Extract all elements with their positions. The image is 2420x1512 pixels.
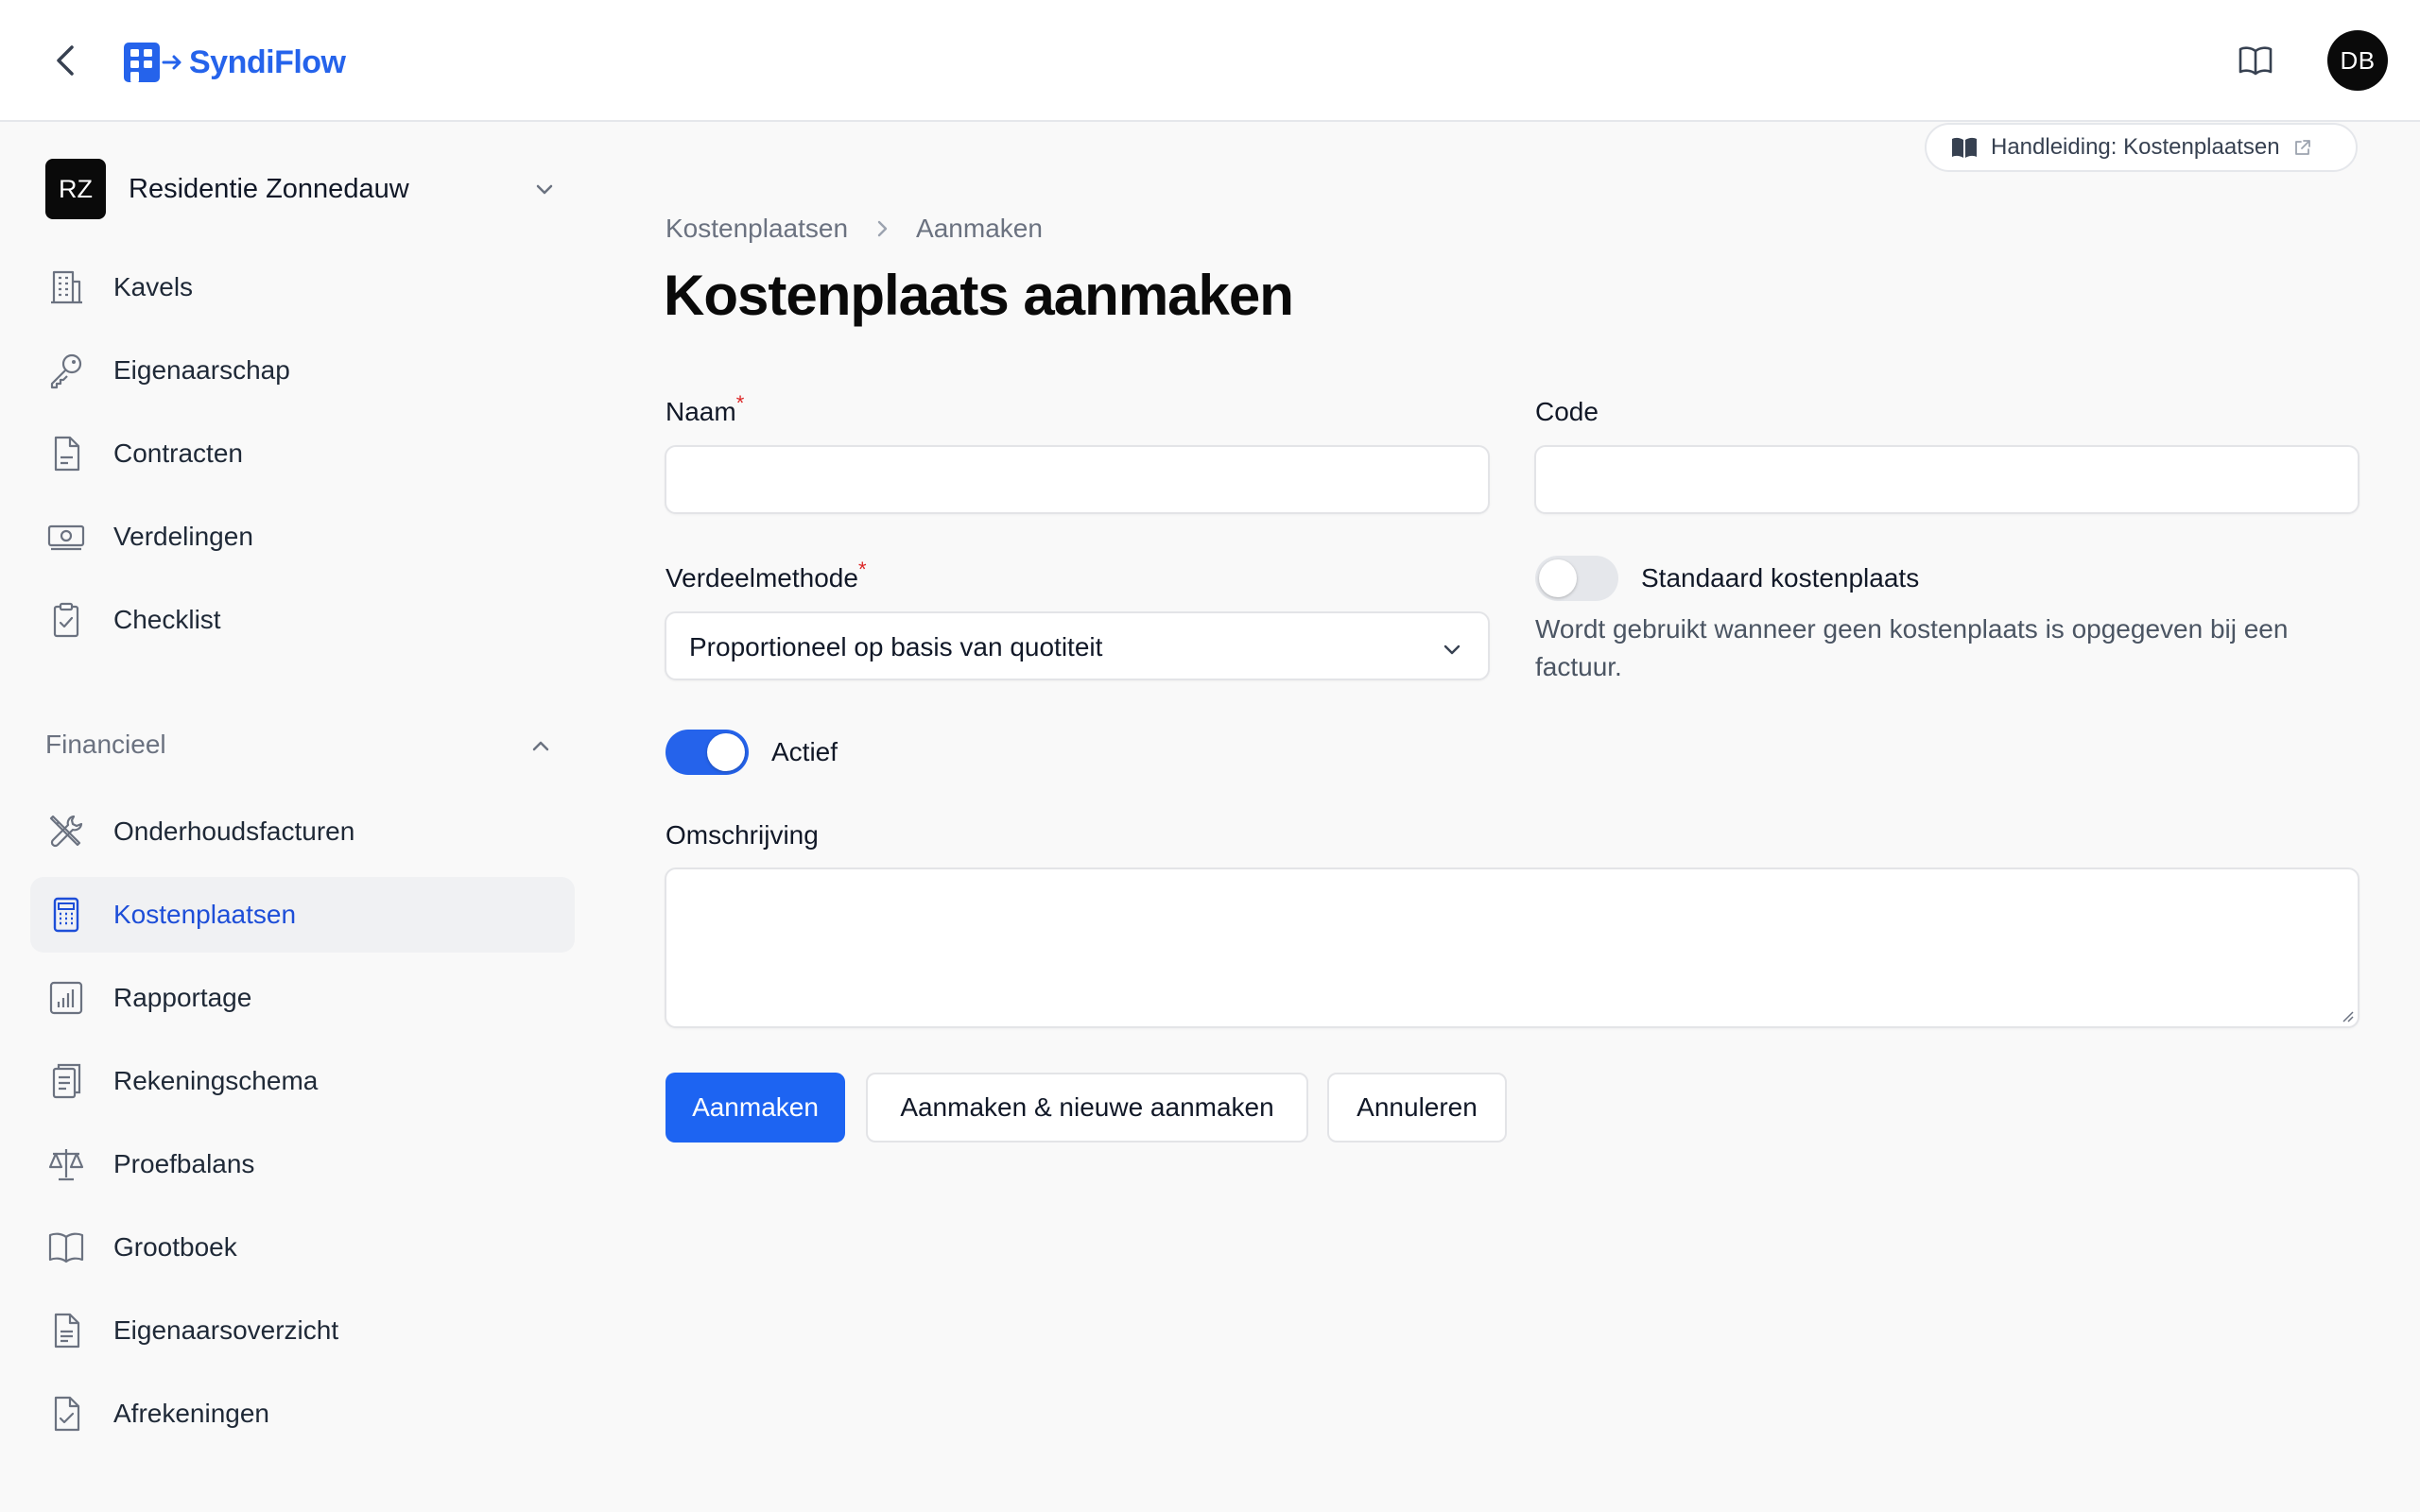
sidebar-item-label: Eigenaarschap bbox=[113, 355, 290, 385]
documentation-button[interactable] bbox=[2237, 42, 2274, 79]
sidebar-item-label: Onderhoudsfacturen bbox=[113, 816, 355, 846]
top-bar: SyndiFlow DB bbox=[0, 0, 2420, 122]
chevron-left-icon bbox=[57, 45, 74, 76]
breadcrumb: Kostenplaatsen Aanmaken bbox=[666, 214, 1043, 244]
toggle-knob bbox=[1539, 559, 1577, 597]
standaard-kostenplaats-toggle[interactable] bbox=[1535, 556, 1618, 601]
banknote-icon bbox=[47, 524, 85, 551]
sidebar: RZ Residentie Zonnedauw Kavels Eigenaars… bbox=[0, 123, 605, 1512]
sidebar-item-grootboek[interactable]: Grootboek bbox=[30, 1210, 575, 1285]
required-marker: * bbox=[735, 391, 745, 415]
key-icon bbox=[50, 353, 82, 389]
sidebar-item-label: Checklist bbox=[113, 605, 221, 634]
code-input[interactable] bbox=[1534, 445, 2360, 514]
sidebar-item-label: Contracten bbox=[113, 438, 243, 468]
chevron-down-icon bbox=[1443, 644, 1461, 655]
sidebar-item-label: Afrekeningen bbox=[113, 1399, 270, 1428]
sidebar-item-label: Rekeningschema bbox=[113, 1066, 319, 1095]
manual-link-label: Handleiding: Kostenplaatsen bbox=[1991, 134, 2280, 160]
naam-label-text: Naam bbox=[666, 397, 736, 426]
code-label: Code bbox=[1535, 397, 1599, 426]
required-marker: * bbox=[857, 558, 867, 581]
tenant-badge: RZ bbox=[45, 159, 106, 219]
sidebar-item-rekeningschema[interactable]: Rekeningschema bbox=[30, 1043, 575, 1119]
page-title: Kostenplaats aanmaken bbox=[664, 264, 1294, 327]
chevron-down-icon bbox=[536, 184, 553, 195]
sidebar-item-label: Grootboek bbox=[113, 1232, 237, 1262]
omschrijving-textarea[interactable] bbox=[665, 868, 2360, 1028]
document-text-icon bbox=[54, 1313, 80, 1349]
verdeelmethode-label-text: Verdeelmethode bbox=[666, 563, 858, 593]
sidebar-item-verdelingen[interactable]: Verdelingen bbox=[30, 499, 575, 575]
back-button[interactable] bbox=[47, 40, 85, 81]
verdeelmethode-select[interactable]: Proportioneel op basis van quotiteit bbox=[665, 611, 1490, 680]
building-icon bbox=[51, 270, 82, 304]
calculator-icon bbox=[53, 897, 79, 933]
naam-input[interactable] bbox=[665, 445, 1490, 514]
sidebar-item-onderhoudsfacturen[interactable]: Onderhoudsfacturen bbox=[30, 794, 575, 869]
scale-icon bbox=[48, 1149, 84, 1181]
standaard-kostenplaats-help: Wordt gebruikt wanneer geen kostenplaats… bbox=[1535, 614, 2289, 681]
app-logo[interactable]: SyndiFlow bbox=[123, 40, 346, 85]
sidebar-item-kostenplaatsen[interactable]: Kostenplaatsen bbox=[30, 877, 575, 953]
book-icon bbox=[1952, 137, 1977, 158]
user-avatar[interactable]: DB bbox=[2327, 30, 2388, 91]
create-button[interactable]: Aanmaken bbox=[666, 1073, 845, 1143]
sidebar-item-kavels[interactable]: Kavels bbox=[30, 249, 575, 325]
book-open-icon bbox=[48, 1232, 84, 1263]
sidebar-item-label: Kostenplaatsen bbox=[113, 900, 297, 929]
sidebar-item-eigenaarsoverzicht[interactable]: Eigenaarsoverzicht bbox=[30, 1293, 575, 1368]
sidebar-item-eigenaarschap[interactable]: Eigenaarschap bbox=[30, 333, 575, 408]
toggle-knob bbox=[707, 733, 745, 771]
verdeelmethode-value: Proportioneel op basis van quotiteit bbox=[689, 632, 1103, 662]
chevron-up-icon[interactable] bbox=[529, 735, 552, 758]
standaard-kostenplaats-label: Standaard kostenplaats bbox=[1641, 563, 1920, 593]
sidebar-item-afrekeningen[interactable]: Afrekeningen bbox=[30, 1376, 575, 1452]
section-label-financieel: Financieel bbox=[45, 730, 166, 759]
clipboard-check-icon bbox=[53, 602, 79, 638]
verdeelmethode-label: Verdeelmethode* bbox=[666, 558, 867, 593]
sidebar-item-contracten[interactable]: Contracten bbox=[30, 416, 575, 491]
manual-link-button[interactable]: Handleiding: Kostenplaatsen bbox=[1925, 123, 2358, 172]
cancel-button[interactable]: Annuleren bbox=[1327, 1073, 1507, 1143]
document-icon bbox=[54, 436, 80, 472]
app-name: SyndiFlow bbox=[189, 43, 346, 80]
wrench-screwdriver-icon bbox=[49, 815, 83, 848]
breadcrumb-item-kostenplaatsen[interactable]: Kostenplaatsen bbox=[666, 214, 848, 244]
external-link-icon bbox=[2294, 140, 2310, 155]
logo-arrow-icon bbox=[162, 55, 182, 70]
sidebar-item-proefbalans[interactable]: Proefbalans bbox=[30, 1126, 575, 1202]
sidebar-item-label: Proefbalans bbox=[113, 1149, 255, 1178]
sidebar-item-label: Verdelingen bbox=[113, 522, 253, 551]
logo-building-icon bbox=[124, 43, 160, 82]
sidebar-item-label: Eigenaarsoverzicht bbox=[113, 1315, 339, 1345]
actief-label: Actief bbox=[771, 737, 838, 766]
resize-handle-icon[interactable] bbox=[2339, 1007, 2354, 1022]
naam-label: Naam* bbox=[666, 391, 744, 427]
document-check-icon bbox=[54, 1396, 80, 1432]
breadcrumb-item-aanmaken: Aanmaken bbox=[916, 214, 1043, 243]
tenant-name: Residentie Zonnedauw bbox=[129, 173, 409, 204]
sidebar-item-label: Rapportage bbox=[113, 983, 252, 1012]
sidebar-item-rapportage[interactable]: Rapportage bbox=[30, 960, 575, 1036]
chart-bar-icon bbox=[49, 981, 83, 1015]
clipboard-list-icon bbox=[52, 1063, 81, 1099]
sidebar-item-label: Kavels bbox=[113, 272, 194, 301]
omschrijving-label: Omschrijving bbox=[666, 820, 819, 850]
chevron-right-icon bbox=[877, 220, 888, 237]
sidebar-item-checklist[interactable]: Checklist bbox=[30, 582, 575, 658]
create-and-new-button[interactable]: Aanmaken & nieuwe aanmaken bbox=[866, 1073, 1308, 1143]
actief-toggle[interactable] bbox=[666, 730, 749, 775]
book-open-icon bbox=[2238, 46, 2273, 76]
tenant-switcher[interactable]: RZ Residentie Zonnedauw bbox=[45, 159, 556, 219]
